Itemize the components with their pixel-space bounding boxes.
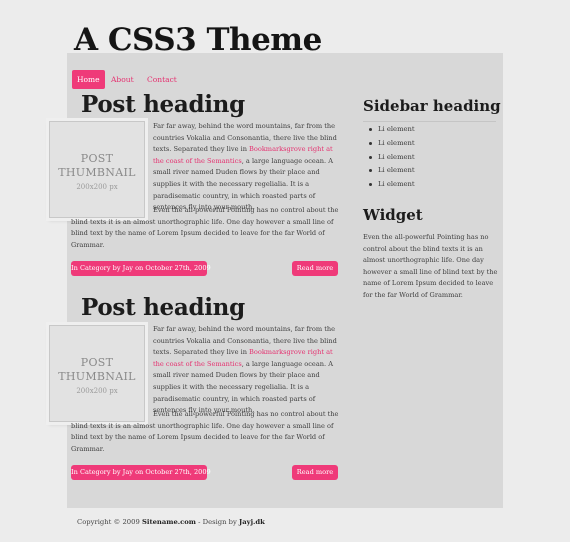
sidebar-list-item: Li element	[363, 151, 415, 165]
footer-designer-link[interactable]: Jayj.dk	[239, 518, 265, 526]
thumbnail-size: 200x200 px	[76, 183, 118, 191]
sidebar-list-item: Li element	[363, 178, 415, 192]
nav-about-link[interactable]: About	[111, 70, 134, 89]
post-meta-badge[interactable]: In Category by Jay on October 27th, 2009	[71, 465, 211, 480]
footer-design-by: - Design by	[196, 518, 239, 526]
nav-contact-link[interactable]: Contact	[147, 70, 177, 89]
post-meta-badge[interactable]: In Category by Jay on October 27th, 2009	[71, 261, 211, 276]
footer: Copyright © 2009 Sitename.com - Design b…	[77, 518, 265, 526]
widget-heading: Widget	[363, 206, 423, 224]
widget-text: Even the all-powerful Pointing has no co…	[363, 233, 498, 299]
post-thumbnail: POST THUMBNAIL 200x200 px	[49, 121, 145, 218]
thumbnail-label: POST	[80, 356, 114, 369]
sidebar-list-item: Li element	[363, 164, 415, 178]
thumbnail-label: POST	[80, 152, 114, 165]
thumbnail-label: THUMBNAIL	[58, 370, 136, 383]
sidebar-list: Li element Li element Li element Li elem…	[363, 123, 415, 192]
post-paragraph: Far far away, behind the word mountains,…	[153, 121, 340, 214]
nav-home-link[interactable]: Home	[72, 70, 105, 89]
post-heading[interactable]: Post heading	[81, 294, 245, 321]
footer-copyright: Copyright © 2009	[77, 518, 142, 526]
sidebar-divider	[363, 121, 496, 122]
footer-site-name[interactable]: Sitename.com	[142, 518, 196, 526]
post-paragraph: Even the all-powerful Pointing has no co…	[71, 410, 339, 453]
sidebar-list-item: Li element	[363, 123, 415, 137]
post-paragraph: Far far away, behind the word mountains,…	[153, 324, 340, 417]
read-more-button[interactable]: Read more	[292, 465, 338, 480]
post-thumbnail: POST THUMBNAIL 200x200 px	[49, 325, 145, 422]
post-heading[interactable]: Post heading	[81, 91, 245, 118]
sidebar-heading: Sidebar heading	[363, 97, 501, 115]
thumbnail-label: THUMBNAIL	[58, 166, 136, 179]
thumbnail-size: 200x200 px	[76, 387, 118, 395]
post-paragraph: Even the all-powerful Pointing has no co…	[71, 206, 339, 249]
sidebar-list-item: Li element	[363, 137, 415, 151]
read-more-button[interactable]: Read more	[292, 261, 338, 276]
